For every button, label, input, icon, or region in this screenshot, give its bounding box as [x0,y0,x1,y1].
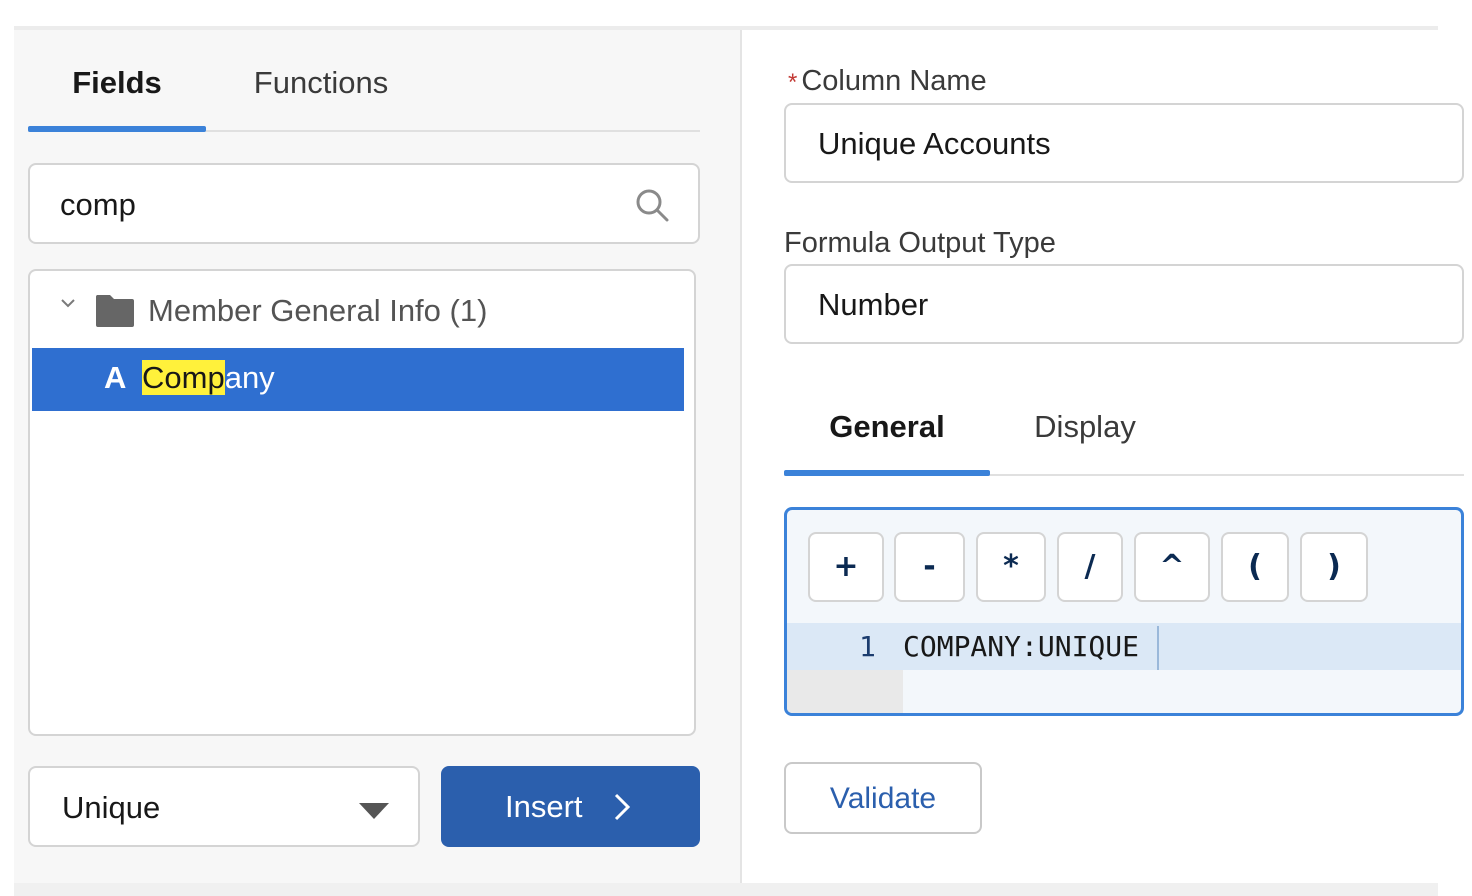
tree-item-company[interactable]: A Company [32,348,684,411]
operator-close-paren-button[interactable]: ) [1300,532,1368,602]
field-tree: Member General Info (1) A Company [28,269,696,736]
editor-gutter [787,670,903,713]
chevron-right-icon [614,793,631,821]
tab-general[interactable]: General [784,406,990,476]
fields-functions-tabs: Fields Functions [28,30,700,132]
column-name-value: Unique Accounts [818,126,1051,161]
formula-code[interactable]: COMPANY:UNIQUE [903,628,1139,666]
aggregate-select[interactable]: Unique [28,766,420,847]
output-type-value: Number [818,287,929,322]
active-tab-indicator [784,470,990,476]
formula-editor[interactable]: + - * / ^ ( ) 1 COMPANY:UNIQUE [784,507,1464,716]
tree-item-label-rest: any [224,360,275,395]
text-type-icon: A [104,360,127,395]
validate-button-label: Validate [829,782,937,815]
operator-open-paren-button[interactable]: ( [1221,532,1289,602]
column-name-label-text: Column Name [801,65,987,97]
operator-multiply-button[interactable]: * [976,532,1046,602]
validate-button[interactable]: Validate [784,762,982,834]
search-match-highlight: Comp [142,360,225,395]
operator-power-button[interactable]: ^ [1134,532,1210,602]
tab-display[interactable]: Display [1010,406,1160,474]
insert-button[interactable]: Insert [441,766,700,847]
operator-divide-button[interactable]: / [1057,532,1123,602]
chevron-down-icon[interactable] [58,293,78,313]
tab-fields-label: Fields [72,65,162,100]
required-indicator: * [788,69,798,96]
search-input[interactable] [60,183,620,227]
insert-button-label: Insert [505,789,583,824]
tree-group-label: Member General Info (1) [148,293,488,328]
folder-icon [95,295,134,327]
output-type-label: Formula Output Type [784,227,1056,259]
text-cursor [1157,626,1159,670]
tree-group-member-general-info[interactable]: Member General Info (1) [30,271,694,347]
tab-functions-label: Functions [253,65,389,100]
tab-display-label: Display [1034,409,1136,444]
column-name-label: * Column Name [788,62,987,102]
line-number: 1 [859,630,876,663]
column-name-field[interactable]: Unique Accounts [784,103,1464,183]
active-tab-indicator [28,126,206,132]
operator-minus-button[interactable]: - [894,532,965,602]
tab-general-label: General [829,409,945,444]
caret-down-icon [359,803,389,819]
tree-item-label: Company [142,358,275,398]
output-type-field[interactable]: Number [784,264,1464,344]
field-search [28,163,700,244]
search-icon[interactable] [634,187,670,223]
general-display-tabs: General Display [784,390,1464,476]
operator-plus-button[interactable]: + [808,532,884,602]
aggregate-select-value: Unique [62,790,161,825]
tab-functions[interactable]: Functions [226,62,416,130]
tab-fields[interactable]: Fields [28,62,206,132]
bottom-divider [14,883,1438,896]
